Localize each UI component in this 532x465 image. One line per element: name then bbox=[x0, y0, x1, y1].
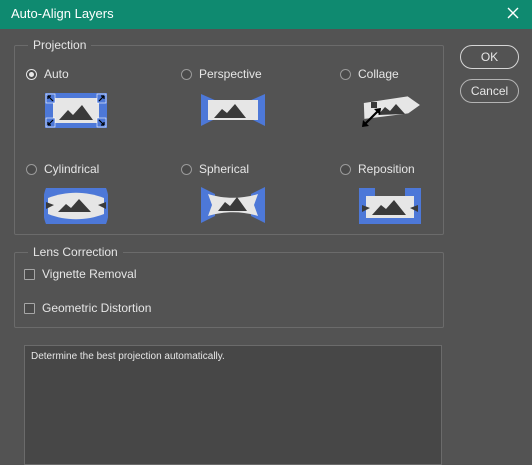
vignette-removal-checkbox[interactable]: Vignette Removal bbox=[24, 267, 137, 281]
radio-auto-label: Auto bbox=[44, 67, 69, 81]
cylindrical-projection-icon bbox=[44, 188, 108, 224]
description-text: Determine the best projection automatica… bbox=[24, 345, 442, 465]
lens-correction-group bbox=[14, 252, 444, 328]
perspective-projection-icon bbox=[201, 94, 265, 126]
radio-dot[interactable] bbox=[26, 68, 37, 80]
radio-perspective[interactable]: Perspective bbox=[181, 67, 262, 81]
close-icon[interactable] bbox=[503, 3, 523, 23]
lens-correction-legend: Lens Correction bbox=[28, 245, 123, 259]
radio-reposition[interactable]: Reposition bbox=[340, 162, 415, 176]
reposition-projection-icon bbox=[359, 188, 421, 224]
spherical-projection-icon bbox=[201, 187, 265, 223]
radio-cylindrical-label: Cylindrical bbox=[44, 162, 100, 176]
collage-projection-icon bbox=[362, 96, 420, 127]
title-bar: Auto-Align Layers bbox=[0, 0, 532, 29]
radio-collage[interactable]: Collage bbox=[340, 67, 399, 81]
radio-dot[interactable] bbox=[340, 163, 351, 175]
geometric-distortion-checkbox[interactable]: Geometric Distortion bbox=[24, 301, 151, 315]
radio-dot[interactable] bbox=[181, 163, 192, 175]
radio-collage-label: Collage bbox=[358, 67, 399, 81]
vignette-removal-label: Vignette Removal bbox=[42, 267, 137, 281]
geometric-distortion-label: Geometric Distortion bbox=[42, 301, 152, 315]
radio-spherical[interactable]: Spherical bbox=[181, 162, 249, 176]
ok-button[interactable]: OK bbox=[460, 45, 519, 69]
projection-legend: Projection bbox=[28, 38, 92, 52]
radio-cylindrical[interactable]: Cylindrical bbox=[26, 162, 99, 176]
radio-perspective-label: Perspective bbox=[199, 67, 262, 81]
checkbox-box[interactable] bbox=[24, 268, 35, 280]
radio-spherical-label: Spherical bbox=[199, 162, 250, 176]
radio-dot[interactable] bbox=[26, 163, 37, 175]
radio-dot[interactable] bbox=[340, 68, 351, 80]
checkbox-box[interactable] bbox=[24, 302, 35, 314]
window-title: Auto-Align Layers bbox=[11, 6, 114, 21]
auto-projection-icon bbox=[45, 93, 107, 128]
radio-auto[interactable]: Auto bbox=[26, 67, 69, 81]
cancel-button[interactable]: Cancel bbox=[460, 79, 519, 103]
radio-reposition-label: Reposition bbox=[358, 162, 415, 176]
radio-dot[interactable] bbox=[181, 68, 192, 80]
